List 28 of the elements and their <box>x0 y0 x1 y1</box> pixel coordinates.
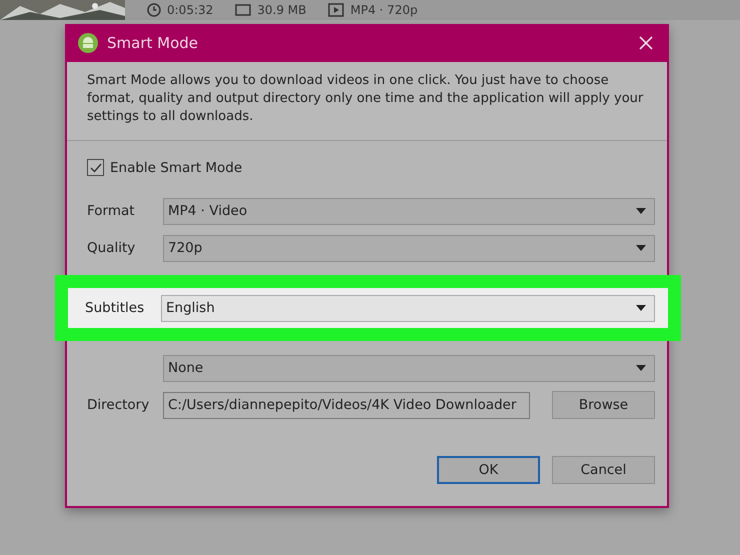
dialog-button[interactable]: OK <box>437 456 540 484</box>
field-label: Format <box>87 203 136 219</box>
dropdown[interactable]: None <box>163 354 655 382</box>
checkmark-icon <box>90 162 102 172</box>
clock-icon <box>147 3 161 17</box>
video-info: 30.9 MB <box>257 3 306 17</box>
window-title: Smart Mode <box>107 34 200 52</box>
field-label: Quality <box>87 240 136 256</box>
dropdown[interactable]: 720p <box>163 234 655 262</box>
video-info: MP4 · 720p <box>350 3 418 17</box>
dropdown[interactable]: English <box>161 294 655 322</box>
field-label: Subtitles <box>85 300 146 316</box>
checkbox[interactable] <box>87 159 104 176</box>
directory-field[interactable]: C:/Users/diannepepito/Videos/4K Video Downloader <box>163 392 530 418</box>
caret-icon <box>636 305 646 311</box>
caret-icon <box>636 365 646 371</box>
dropdown[interactable]: MP4 · Video <box>163 198 655 224</box>
close-icon <box>639 36 653 50</box>
field-label: Directory <box>87 397 150 413</box>
video-info: 0:05:32 <box>167 3 214 17</box>
browse-button[interactable]: Browse <box>552 391 655 419</box>
caret-icon <box>636 208 646 214</box>
dialog-button[interactable]: Cancel <box>552 456 655 484</box>
description-text: Smart Mode allows you to download videos in one click. You just have to choose format, quality and output directory only one time and the application will apply your settings to all downloads. <box>67 62 667 141</box>
app-logo-icon <box>77 32 99 54</box>
caret-icon <box>636 245 646 251</box>
play-icon <box>328 3 344 17</box>
checkbox-label: Enable Smart Mode <box>110 160 242 176</box>
